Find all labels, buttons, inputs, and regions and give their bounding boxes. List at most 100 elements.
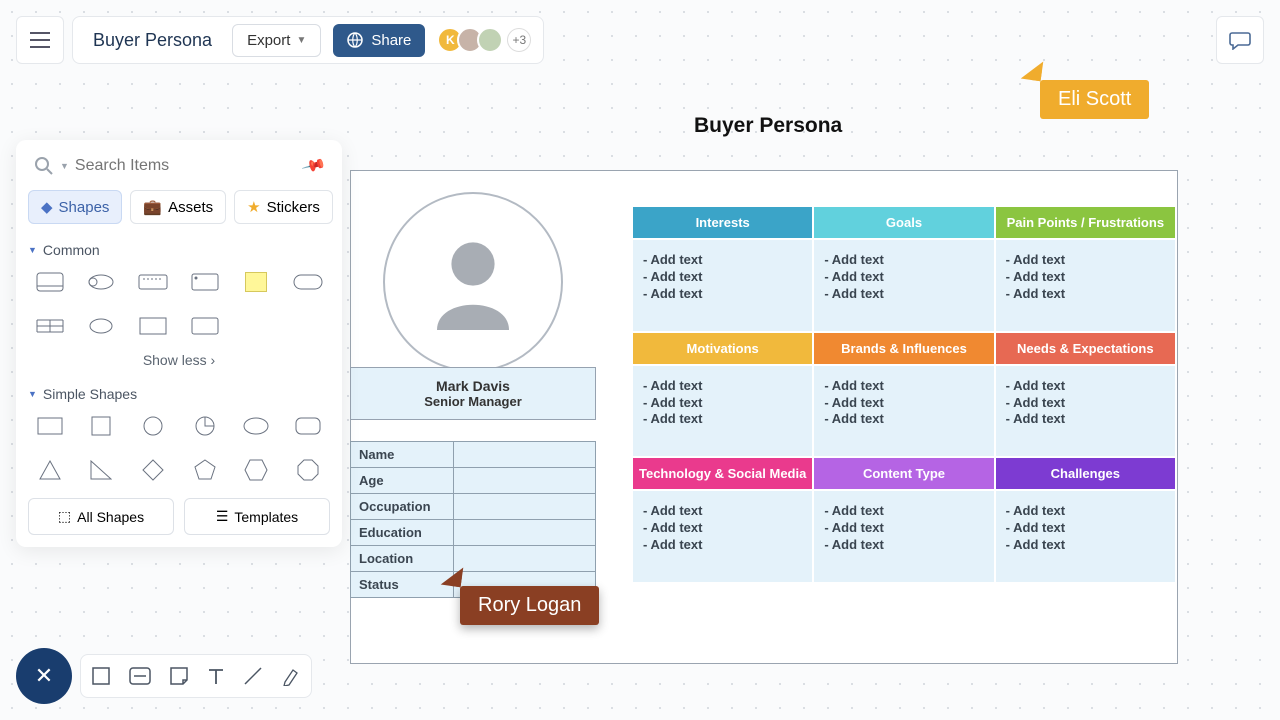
tool-text-icon[interactable] (207, 667, 225, 685)
shape-octagon-icon[interactable] (293, 458, 323, 482)
section-header[interactable]: Needs & Expectations (995, 332, 1176, 365)
section-body[interactable]: - Add text- Add text- Add text (995, 365, 1176, 458)
persona-name: Mark Davis (355, 378, 591, 394)
shape-rectangle-icon[interactable] (35, 414, 65, 438)
table-row: Name (351, 442, 596, 468)
shape-diamond-icon[interactable] (138, 458, 168, 482)
tool-text-box-icon[interactable] (129, 667, 151, 685)
section-body[interactable]: - Add text- Add text- Add text (632, 365, 813, 458)
collaborator-avatars[interactable]: K +3 (437, 27, 531, 53)
table-row: Location (351, 546, 596, 572)
show-less-button[interactable]: Show less › (28, 352, 330, 368)
shape-sticky-note-icon[interactable] (241, 270, 271, 294)
tab-assets[interactable]: 💼Assets (130, 190, 226, 224)
shape-oval-icon[interactable] (241, 414, 271, 438)
avatar-overflow-count[interactable]: +3 (507, 28, 531, 52)
templates-button[interactable]: ☰Templates (184, 498, 330, 535)
globe-icon (347, 32, 363, 48)
persona-role: Senior Manager (355, 394, 591, 409)
field-label[interactable]: Occupation (351, 494, 454, 520)
tab-shapes[interactable]: ◆Shapes (28, 190, 122, 224)
tool-rectangle-icon[interactable] (91, 666, 111, 686)
section-header[interactable]: Challenges (995, 457, 1176, 490)
section-common[interactable]: ▼Common (28, 242, 330, 258)
section-header[interactable]: Technology & Social Media (632, 457, 813, 490)
shape-window-icon[interactable] (190, 270, 220, 294)
shape-cloud-icon[interactable] (86, 270, 116, 294)
shape-rounded-icon[interactable] (293, 414, 323, 438)
section-body[interactable]: - Add text- Add text- Add text (813, 490, 994, 583)
section-body[interactable]: - Add text- Add text- Add text (995, 239, 1176, 332)
field-value[interactable] (453, 442, 595, 468)
tab-label: Assets (168, 199, 213, 216)
tab-stickers[interactable]: ★Stickers (234, 190, 333, 224)
persona-name-box[interactable]: Mark Davis Senior Manager (350, 367, 596, 420)
avatar[interactable] (477, 27, 503, 53)
shape-square-icon[interactable] (86, 414, 116, 438)
top-toolbar: Buyer Persona Export ▼ Share K +3 (16, 16, 544, 64)
document-title[interactable]: Buyer Persona (85, 30, 220, 51)
shape-pentagon-icon[interactable] (190, 458, 220, 482)
field-label[interactable]: Education (351, 520, 454, 546)
shape-lined-icon[interactable] (35, 314, 65, 338)
collaborator-cursor-rory: Rory Logan (460, 586, 599, 625)
shape-rounded-rect-icon[interactable] (293, 270, 323, 294)
tool-sticky-icon[interactable] (169, 666, 189, 686)
section-header[interactable]: Motivations (632, 332, 813, 365)
field-value[interactable] (453, 546, 595, 572)
all-shapes-button[interactable]: ⬚All Shapes (28, 498, 174, 535)
shape-keyboard-icon[interactable] (138, 270, 168, 294)
shape-rect-alt-icon[interactable] (190, 314, 220, 338)
field-value[interactable] (453, 468, 595, 494)
shape-triangle-icon[interactable] (35, 458, 65, 482)
search-input[interactable] (75, 157, 298, 175)
shape-ellipse-icon[interactable] (86, 314, 116, 338)
field-label[interactable]: Location (351, 546, 454, 572)
close-icon: ✕ (35, 663, 53, 689)
section-simple-shapes[interactable]: ▼Simple Shapes (28, 386, 330, 402)
field-label[interactable]: Status (351, 572, 454, 598)
hamburger-menu-button[interactable] (16, 16, 64, 64)
chevron-down-icon: ▼ (296, 35, 306, 46)
persona-info-table[interactable]: Name Age Occupation Education Location S… (350, 441, 596, 598)
persona-section-grid[interactable]: InterestsGoalsPain Points / Frustrations… (632, 206, 1176, 583)
section-header[interactable]: Content Type (813, 457, 994, 490)
field-label[interactable]: Name (351, 442, 454, 468)
field-value[interactable] (453, 494, 595, 520)
section-body[interactable]: - Add text- Add text- Add text (813, 239, 994, 332)
section-header[interactable]: Brands & Influences (813, 332, 994, 365)
tool-highlighter-icon[interactable] (281, 666, 301, 686)
section-header[interactable]: Goals (813, 206, 994, 239)
table-row: Education (351, 520, 596, 546)
close-toolbar-button[interactable]: ✕ (16, 648, 72, 704)
section-body[interactable]: - Add text- Add text- Add text (632, 239, 813, 332)
shape-donut-icon[interactable] (190, 414, 220, 438)
tool-line-icon[interactable] (243, 666, 263, 686)
collaborator-cursor-eli: Eli Scott (1040, 80, 1149, 119)
section-body[interactable]: - Add text- Add text- Add text (632, 490, 813, 583)
shape-rect-icon[interactable] (138, 314, 168, 338)
pin-icon[interactable]: 📌 (300, 152, 327, 179)
shape-circle-icon[interactable] (138, 414, 168, 438)
templates-icon: ☰ (216, 508, 229, 525)
canvas-heading[interactable]: Buyer Persona (694, 114, 842, 138)
field-value[interactable] (453, 520, 595, 546)
section-header[interactable]: Pain Points / Frustrations (995, 206, 1176, 239)
panel-button-row: ⬚All Shapes ☰Templates (28, 498, 330, 535)
person-silhouette-icon (413, 222, 533, 342)
comment-button[interactable] (1216, 16, 1264, 64)
panel-tabs: ◆Shapes 💼Assets ★Stickers (28, 190, 330, 224)
field-label[interactable]: Age (351, 468, 454, 494)
share-button[interactable]: Share (333, 24, 425, 57)
section-body[interactable]: - Add text- Add text- Add text (813, 365, 994, 458)
section-body[interactable]: - Add text- Add text- Add text (995, 490, 1176, 583)
hamburger-icon (30, 32, 50, 48)
persona-avatar[interactable] (383, 192, 563, 372)
shape-right-triangle-icon[interactable] (86, 458, 116, 482)
section-header[interactable]: Interests (632, 206, 813, 239)
tab-label: Shapes (59, 199, 110, 216)
shape-card-icon[interactable] (35, 270, 65, 294)
chevron-right-icon: › (211, 352, 216, 368)
export-button[interactable]: Export ▼ (232, 24, 321, 57)
shape-hexagon-icon[interactable] (241, 458, 271, 482)
